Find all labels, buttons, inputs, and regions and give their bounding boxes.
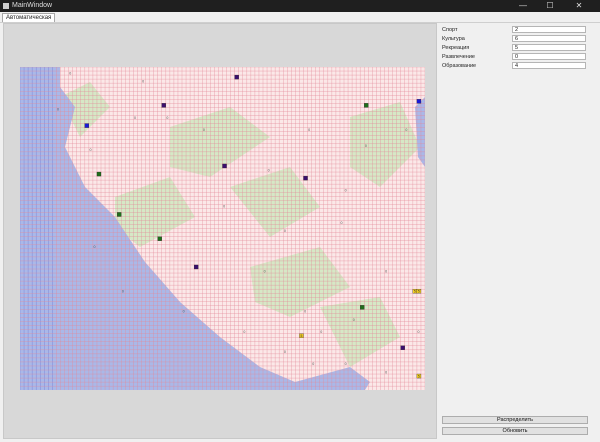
recreation-field[interactable]: 5 bbox=[512, 44, 586, 51]
cell-glyph: 0 bbox=[284, 229, 286, 233]
cell-glyph: 0 bbox=[122, 290, 124, 294]
window-title: MainWindow bbox=[12, 2, 53, 9]
cell-glyph: 0 bbox=[203, 128, 205, 132]
cell-glyph: 0 bbox=[142, 79, 144, 83]
marker-green[interactable] bbox=[117, 212, 122, 217]
grid-lines bbox=[20, 67, 425, 390]
marker-purple[interactable] bbox=[222, 163, 227, 169]
marker-green[interactable] bbox=[96, 171, 102, 177]
param-label-education: Образование bbox=[442, 63, 477, 69]
cell-glyph: 0 bbox=[94, 245, 96, 249]
marker-label: 5 bbox=[414, 290, 416, 294]
cell-glyph: 0 bbox=[341, 221, 343, 225]
city-grid-map[interactable]: 0000000000000000000000000000005555 bbox=[20, 67, 425, 390]
marker-purple[interactable] bbox=[161, 103, 166, 108]
cell-glyph: 0 bbox=[57, 108, 59, 112]
cell-glyph: 0 bbox=[69, 71, 71, 75]
cell-glyph: 0 bbox=[264, 269, 266, 273]
sport-field[interactable]: 2 bbox=[512, 26, 586, 33]
cell-glyph: 0 bbox=[385, 269, 387, 273]
marker-blue[interactable] bbox=[416, 99, 422, 104]
param-row-recreation: Рекреация 5 bbox=[442, 44, 588, 52]
minimize-icon[interactable]: — bbox=[510, 0, 536, 12]
param-label-entertainment: Развлечение bbox=[442, 54, 475, 60]
tab-automatic[interactable]: Автоматическая bbox=[2, 13, 56, 22]
cell-glyph: 0 bbox=[353, 318, 355, 322]
cell-glyph: 0 bbox=[223, 205, 225, 209]
entertainment-field[interactable]: 0 bbox=[512, 53, 586, 60]
main-window: MainWindow — ☐ ✕ Автоматическая 0 0 0 0 0 0 0 0… bbox=[0, 0, 600, 442]
marker-green[interactable] bbox=[364, 103, 369, 108]
marker-purple[interactable] bbox=[193, 264, 199, 270]
cell-glyph: 0 bbox=[89, 148, 91, 152]
marker-purple[interactable] bbox=[400, 345, 405, 350]
cell-glyph: 0 bbox=[268, 168, 270, 172]
cell-glyph: 0 bbox=[345, 362, 347, 366]
tab-bar: Автоматическая bbox=[0, 12, 600, 23]
cell-glyph: 0 bbox=[304, 310, 306, 314]
cell-glyph: 0 bbox=[320, 330, 322, 334]
cell-glyph: 0 bbox=[365, 144, 367, 148]
education-field[interactable]: 4 bbox=[512, 62, 586, 69]
cell-glyph: 0 bbox=[183, 310, 185, 314]
culture-field[interactable]: 6 bbox=[512, 35, 586, 42]
cell-glyph: 0 bbox=[418, 330, 420, 334]
marker-label: 5 bbox=[300, 334, 302, 338]
param-row-education: Образование 4 bbox=[442, 62, 588, 70]
cell-glyph: 0 bbox=[166, 116, 168, 120]
marker-green[interactable] bbox=[157, 236, 162, 241]
cell-glyph: 0 bbox=[345, 189, 347, 193]
cell-glyph: 0 bbox=[308, 128, 310, 132]
marker-purple[interactable] bbox=[303, 175, 308, 181]
marker-label: 5 bbox=[418, 374, 420, 378]
cell-glyph: 0 bbox=[284, 350, 286, 354]
cell-glyph: 0 bbox=[312, 362, 314, 366]
app-icon bbox=[3, 3, 9, 9]
param-label-recreation: Рекреация bbox=[442, 45, 470, 51]
param-label-sport: Спорт bbox=[442, 27, 458, 33]
param-row-sport: Спорт 2 bbox=[442, 26, 588, 34]
refresh-button[interactable]: Обновить bbox=[442, 427, 588, 435]
cell-glyph: 0 bbox=[385, 370, 387, 374]
cell-glyph: 0 bbox=[405, 128, 407, 132]
param-label-culture: Культура bbox=[442, 36, 465, 42]
param-row-entertainment: Развлечение 0 bbox=[442, 53, 588, 61]
cell-glyph: 0 bbox=[134, 116, 136, 120]
marker-green[interactable] bbox=[360, 305, 365, 310]
distribute-button[interactable]: Распределить bbox=[442, 416, 588, 424]
close-icon[interactable]: ✕ bbox=[566, 0, 592, 12]
title-bar: MainWindow — ☐ ✕ bbox=[0, 0, 600, 12]
marker-purple[interactable] bbox=[234, 74, 239, 80]
maximize-icon[interactable]: ☐ bbox=[537, 0, 563, 12]
cell-glyph: 0 bbox=[243, 330, 245, 334]
param-row-culture: Культура 6 bbox=[442, 35, 588, 43]
marker-label: 5 bbox=[418, 290, 420, 294]
marker-blue[interactable] bbox=[84, 123, 90, 128]
